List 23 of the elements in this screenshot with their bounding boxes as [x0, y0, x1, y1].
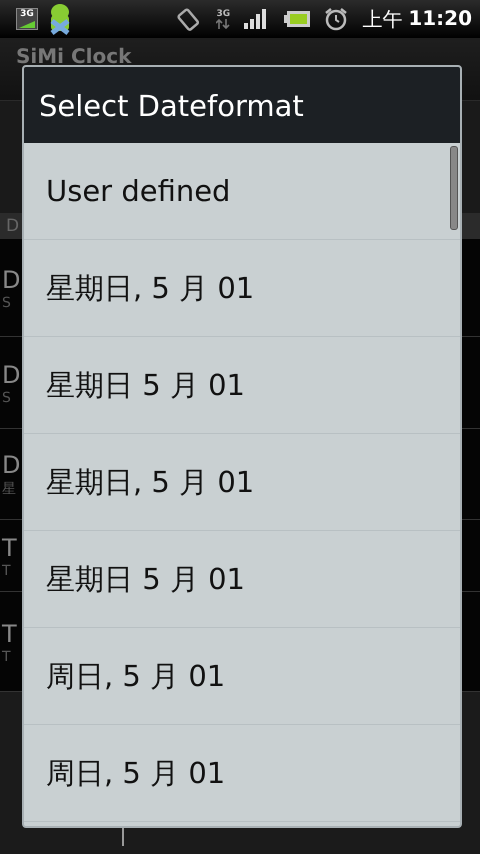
date-format-option[interactable]: 星期日 5 月 01 [24, 337, 460, 434]
date-format-option[interactable]: 星期日 5 月 01 [24, 531, 460, 628]
date-format-option[interactable]: 星期日, 5 月 01 [24, 240, 460, 337]
setting-summary: T [2, 648, 11, 664]
setting-summary: 星 [2, 480, 16, 498]
setting-summary: S [2, 390, 11, 406]
setting-summary: T [2, 562, 11, 578]
date-format-option[interactable]: 周日, 5 月 01 [24, 725, 460, 822]
setting-title: T [2, 618, 17, 648]
alarm-clock-icon [324, 7, 348, 31]
setting-title: D [2, 264, 20, 294]
setting-title: D [2, 360, 20, 390]
signal-icon [244, 9, 268, 29]
date-format-option[interactable]: 星期日, 5 月 01 [24, 434, 460, 531]
battery-icon [284, 11, 310, 27]
date-format-option[interactable]: 周日, 5 月 01 [24, 628, 460, 725]
setting-title: D [2, 450, 20, 480]
dialog-title: Select Dateformat [24, 67, 460, 143]
status-time: 上午 11:20 [362, 6, 472, 32]
scrollbar[interactable] [450, 146, 458, 230]
network-notification-icon: 3G [16, 8, 38, 30]
setting-title: T [2, 532, 17, 562]
setting-summary: S [2, 294, 11, 310]
